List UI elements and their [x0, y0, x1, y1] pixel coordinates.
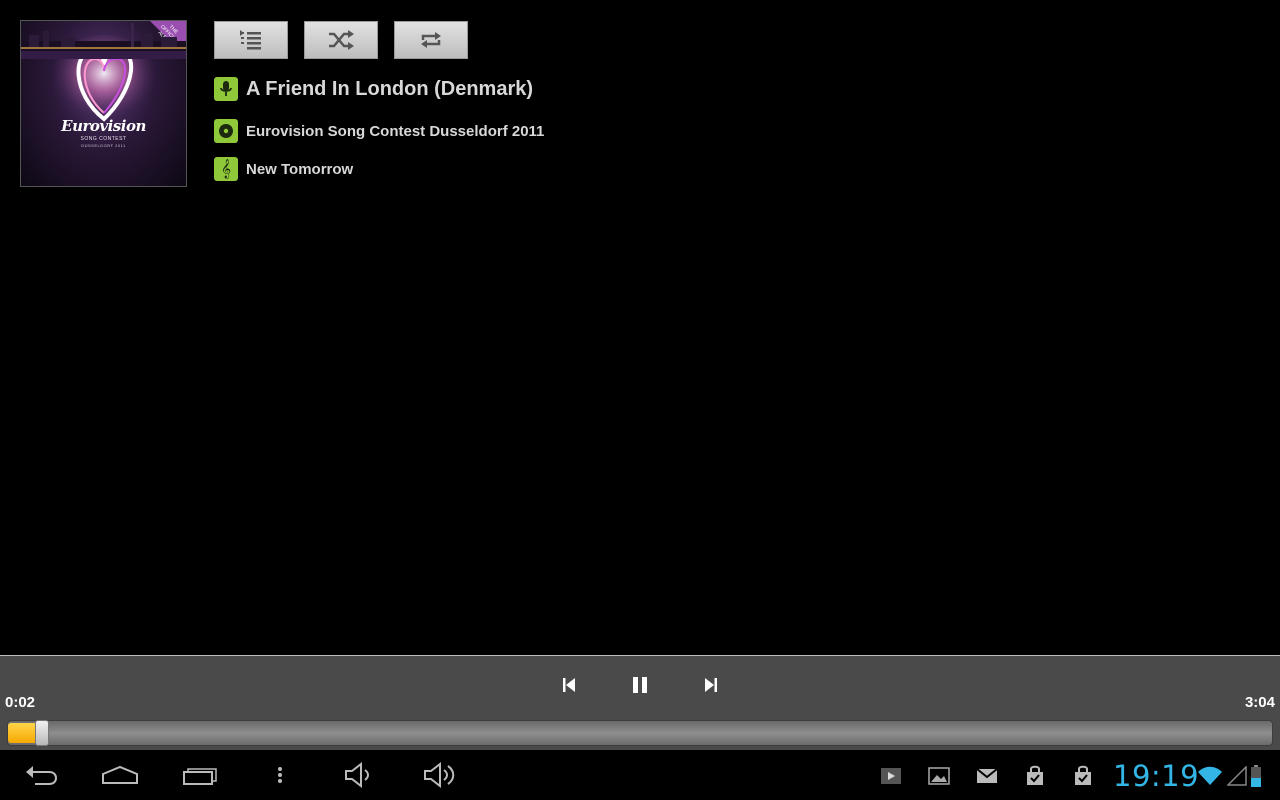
- menu-button[interactable]: [270, 758, 290, 792]
- city-skyline-graphic: [21, 23, 186, 59]
- album-art: THE OFFICIAL ALBUM Eurovision SONG CONTE…: [20, 20, 187, 187]
- system-bar: 19:19: [0, 750, 1280, 800]
- battery-icon: [1247, 764, 1265, 788]
- previous-icon: [563, 678, 575, 692]
- shuffle-button[interactable]: [304, 21, 378, 59]
- playlist-button[interactable]: [214, 21, 288, 59]
- recent-apps-button[interactable]: [182, 758, 220, 792]
- previous-button[interactable]: [554, 672, 584, 698]
- next-button[interactable]: [696, 672, 726, 698]
- pause-button[interactable]: [625, 672, 655, 698]
- volume-up-icon: [424, 762, 455, 788]
- volume-up-button[interactable]: [422, 758, 458, 792]
- track-title: A Friend In London (Denmark): [246, 77, 534, 100]
- album-logo-text: Eurovision: [61, 117, 146, 135]
- album-subtitle-location: DÜSSELDORF 2011: [81, 143, 126, 148]
- play-store-icon[interactable]: [879, 764, 903, 788]
- gmail-icon[interactable]: [975, 764, 999, 788]
- album-name: Eurovision Song Contest Dusseldorf 2011: [246, 122, 545, 140]
- status-clock[interactable]: 19:19: [1113, 759, 1199, 793]
- seek-bar[interactable]: [7, 720, 1273, 746]
- back-icon: [26, 766, 58, 785]
- total-time: 3:04: [1244, 694, 1275, 711]
- repeat-icon: [421, 32, 441, 48]
- signal-icon: [1225, 764, 1249, 788]
- home-icon: [102, 765, 138, 784]
- track-title-row: A Friend In London (Denmark): [214, 77, 533, 101]
- shuffle-icon: [329, 30, 354, 50]
- album-name-row: Eurovision Song Contest Dusseldorf 2011: [214, 119, 544, 143]
- recent-apps-icon: [183, 768, 217, 785]
- artist-name: New Tomorrow: [246, 160, 354, 178]
- back-button[interactable]: [22, 758, 60, 792]
- menu-icon: [278, 767, 282, 783]
- playback-panel: 0:02 3:04: [0, 655, 1280, 750]
- treble-clef-icon: 𝄞: [214, 157, 238, 181]
- album-subtitle: SONG CONTEST: [80, 136, 127, 142]
- repeat-button[interactable]: [394, 21, 468, 59]
- wifi-icon: [1197, 764, 1223, 788]
- volume-down-button[interactable]: [342, 758, 376, 792]
- next-icon: [705, 678, 717, 692]
- pause-icon: [633, 677, 647, 693]
- market-update-icon[interactable]: [1071, 764, 1095, 788]
- seek-thumb[interactable]: [35, 720, 49, 746]
- microphone-icon: [214, 77, 238, 101]
- market-update-icon[interactable]: [1023, 764, 1047, 788]
- home-button[interactable]: [100, 758, 140, 792]
- elapsed-time: 0:02: [5, 694, 36, 711]
- gallery-icon[interactable]: [927, 764, 951, 788]
- disc-icon: [214, 119, 238, 143]
- artist-name-row: 𝄞 New Tomorrow: [214, 157, 353, 181]
- volume-down-icon: [345, 762, 369, 788]
- queue-list-icon: [240, 30, 261, 50]
